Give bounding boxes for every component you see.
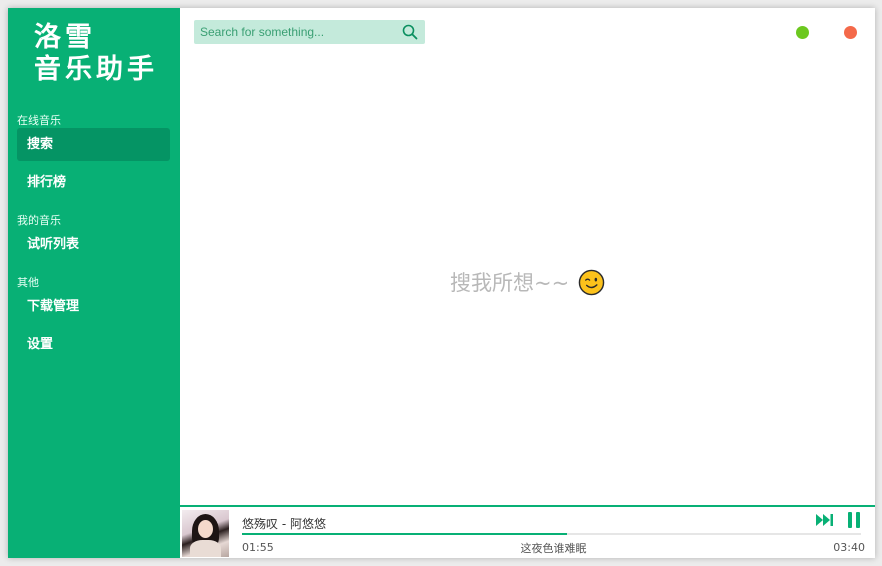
sidebar-item-settings[interactable]: 设置 (17, 328, 170, 361)
logo-line-1: 洛雪 (34, 22, 96, 53)
sidebar-item-playlist[interactable]: 试听列表 (17, 228, 170, 261)
close-button[interactable] (844, 26, 857, 39)
app-logo: 洛雪 音乐助手 (34, 22, 158, 86)
main-content: 搜我所想~~ (180, 8, 875, 505)
search-input[interactable] (194, 20, 399, 44)
sidebar-item-downloads[interactable]: 下载管理 (17, 290, 170, 323)
track-title: 悠殇叹 - 阿悠悠 (242, 517, 326, 531)
pause-icon[interactable] (846, 511, 862, 529)
sidebar-item-leaderboard[interactable]: 排行榜 (17, 166, 170, 199)
total-time: 03:40 (833, 541, 865, 554)
search-bar (194, 20, 425, 44)
minimize-button[interactable] (796, 26, 809, 39)
logo-line-2: 音乐助手 (34, 54, 158, 85)
app-window: 洛雪 音乐助手 在线音乐 搜索 排行榜 我的音乐 试听列表 其他 下载管理 设置… (8, 8, 875, 558)
next-track-icon[interactable] (816, 513, 834, 527)
sidebar: 洛雪 音乐助手 在线音乐 搜索 排行榜 我的音乐 试听列表 其他 下载管理 设置 (8, 8, 180, 558)
wink-emoji-icon (578, 269, 605, 295)
progress-bar[interactable] (242, 533, 861, 535)
section-title-online-music: 在线音乐 (17, 114, 61, 127)
section-title-other: 其他 (17, 276, 39, 289)
section-title-my-music: 我的音乐 (17, 214, 61, 227)
cover-face (198, 520, 213, 538)
sidebar-item-search[interactable]: 搜索 (17, 128, 170, 161)
empty-state: 搜我所想~~ (180, 267, 875, 297)
search-icon[interactable] (401, 23, 419, 41)
progress-fill (242, 533, 567, 535)
current-lyric: 这夜色谁难眠 (520, 542, 587, 555)
empty-state-message: 搜我所想~~ (450, 271, 570, 295)
player-bar: 悠殇叹 - 阿悠悠 01:55 这夜色谁难眠 03:40 (180, 505, 875, 558)
